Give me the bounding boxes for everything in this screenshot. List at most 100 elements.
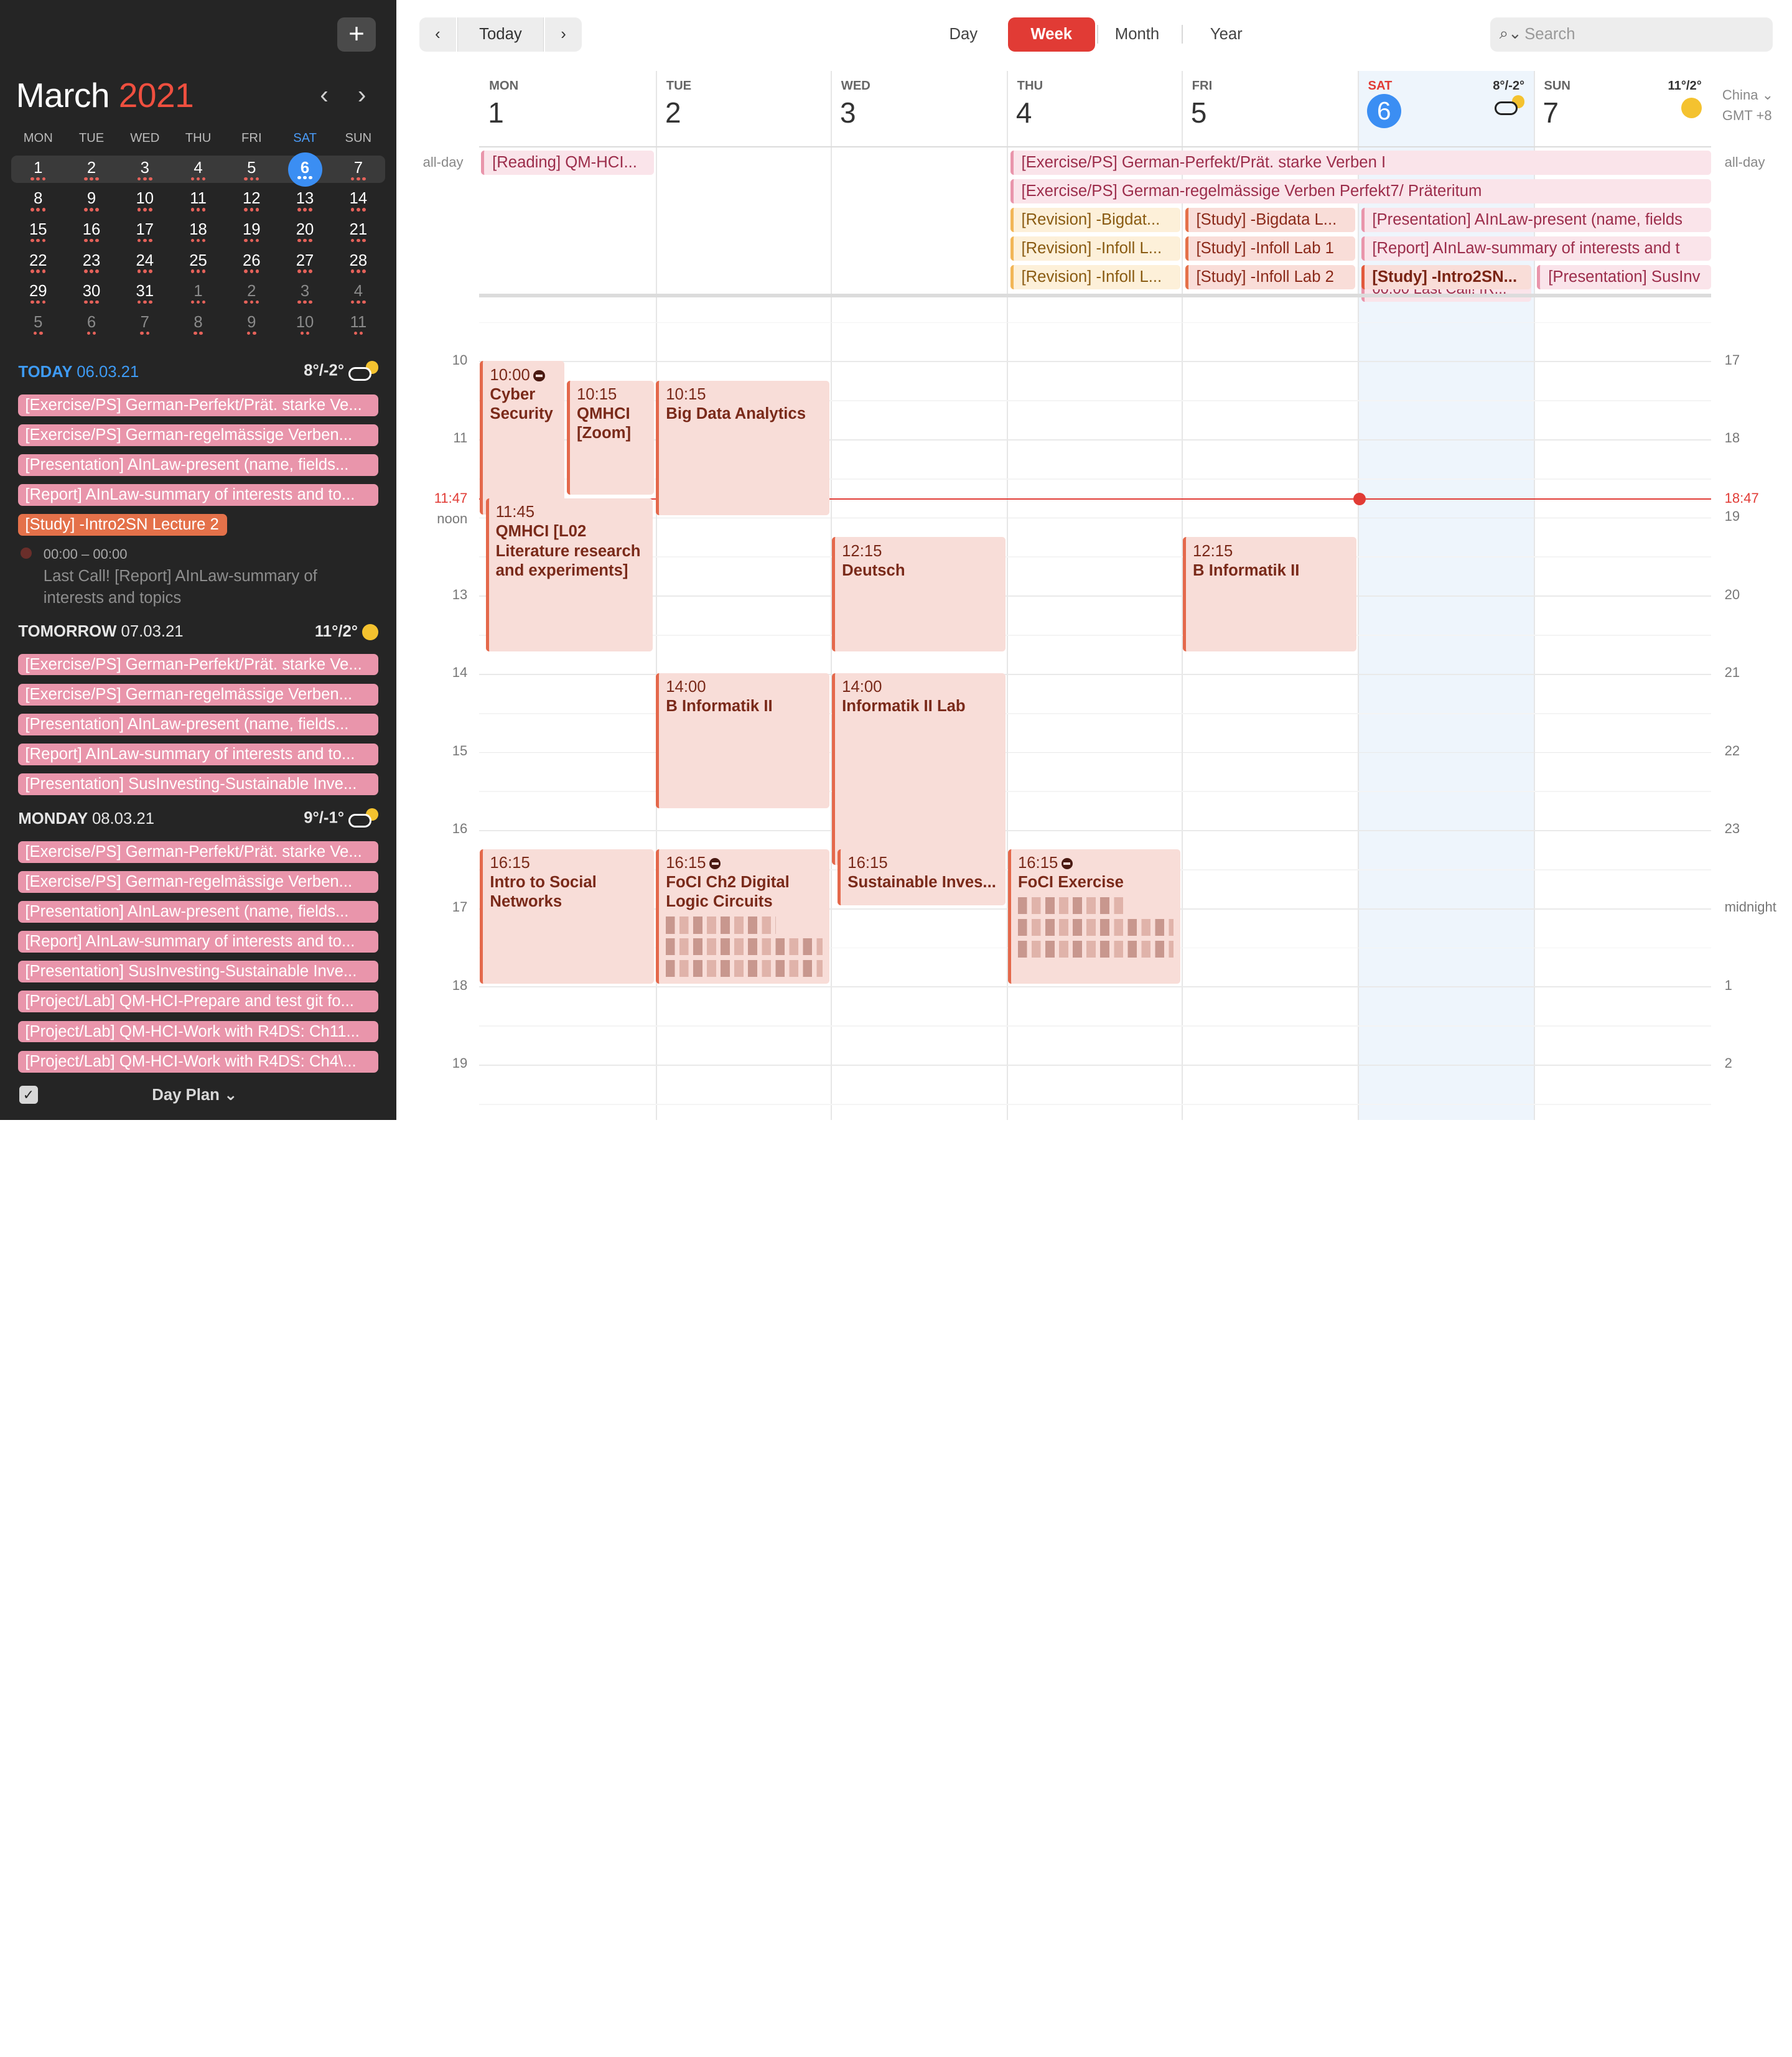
mini-day[interactable]: 7 [118, 310, 172, 341]
mini-day[interactable]: 22 [11, 248, 65, 279]
allday-event[interactable]: [Reading] QM-HCI... [481, 151, 654, 175]
sidebar-event-pill[interactable]: [Exercise/PS] German-Perfekt/Prät. stark… [18, 394, 378, 416]
calendar-event[interactable]: 10:15 QMHCI [Zoom] [566, 380, 654, 495]
mini-day[interactable]: 21 [332, 217, 385, 248]
mini-day[interactable]: 30 [65, 279, 118, 310]
mini-day[interactable]: 5 [225, 156, 278, 183]
sidebar-event-pill[interactable]: [Exercise/PS] German-Perfekt/Prät. stark… [18, 653, 378, 676]
day-header[interactable]: SAT 6 8°/-2° [1358, 71, 1534, 146]
checkbox-icon[interactable]: ✓ [19, 1085, 38, 1104]
sidebar-event-pill[interactable]: [Exercise/PS] German-regelmässige Verben… [18, 424, 378, 446]
mini-next-month-button[interactable]: › [358, 82, 366, 107]
allday-event[interactable]: [Presentation] AInLaw-present (name, fie… [1361, 208, 1711, 232]
mini-day[interactable]: 2 [225, 279, 278, 310]
mini-day[interactable]: 9 [225, 310, 278, 341]
mini-day[interactable]: 8 [172, 310, 225, 341]
mini-day[interactable]: 4 [172, 156, 225, 183]
mini-day[interactable]: 5 [11, 310, 65, 341]
sidebar-event-pill[interactable]: [Report] AInLaw-summary of interests and… [18, 931, 378, 953]
mini-day[interactable]: 10 [278, 310, 332, 341]
search-input[interactable] [1524, 22, 1753, 46]
allday-event[interactable]: [Study] -Intro2SN... [1361, 265, 1532, 289]
sidebar-event-pill[interactable]: [Presentation] SusInvesting-Sustainable … [18, 961, 378, 983]
mini-day[interactable]: 4 [332, 279, 385, 310]
mini-day[interactable]: 25 [172, 248, 225, 279]
mini-day[interactable]: 7 [332, 156, 385, 183]
timezone-label[interactable]: China ⌄ [1722, 87, 1773, 103]
sidebar-event-pill[interactable]: [Presentation] AInLaw-present (name, fie… [18, 713, 378, 735]
mini-day[interactable]: 20 [278, 217, 332, 248]
calendar-event[interactable]: 10:15 Big Data Analytics [656, 380, 830, 516]
mini-day[interactable]: 3 [278, 279, 332, 310]
mini-day[interactable]: 11 [172, 186, 225, 217]
view-year-tab[interactable]: Year [1188, 17, 1264, 52]
mini-day[interactable]: 31 [118, 279, 172, 310]
allday-event[interactable]: [Presentation] SusInv [1537, 265, 1711, 289]
sidebar-event-pill[interactable]: [Presentation] AInLaw-present (name, fie… [18, 901, 378, 923]
mini-day[interactable]: 6 [65, 310, 118, 341]
sidebar-event-pill[interactable]: [Project/Lab] QM-HCI-Work with R4DS: Ch4… [18, 1050, 378, 1073]
allday-event[interactable]: [Study] -Infoll Lab 2 [1185, 265, 1356, 289]
mini-day[interactable]: 26 [225, 248, 278, 279]
allday-event[interactable]: [Revision] -Infoll L... [1010, 236, 1181, 261]
mini-day[interactable]: 27 [278, 248, 332, 279]
mini-day[interactable]: 24 [118, 248, 172, 279]
previous-week-button[interactable]: ‹ [419, 17, 456, 52]
calendar-event[interactable]: 10:00 Cyber Security [480, 361, 565, 515]
view-week-tab[interactable]: Week [1007, 17, 1095, 52]
sidebar-event-pill[interactable]: [Presentation] SusInvesting-Sustainable … [18, 773, 378, 795]
day-header[interactable]: TUE 2 [656, 71, 831, 146]
mini-day[interactable]: 11 [332, 310, 385, 341]
day-header[interactable]: MON 1 [479, 71, 656, 146]
calendar-event[interactable]: 16:15 FoCI Exercise [1007, 849, 1181, 984]
mini-day[interactable]: 15 [11, 217, 65, 248]
mini-prev-month-button[interactable]: ‹ [320, 82, 328, 107]
allday-event[interactable]: [Exercise/PS] German-Perfekt/Prät. stark… [1010, 151, 1711, 175]
today-button[interactable]: Today [457, 17, 544, 52]
sidebar-event-pill[interactable]: [Project/Lab] QM-HCI-Work with R4DS: Ch1… [18, 1020, 378, 1043]
sidebar-event-pill[interactable]: [Study] -Intro2SN Lecture 2 [18, 514, 227, 536]
add-event-button[interactable]: + [337, 17, 376, 52]
calendar-event[interactable]: 14:00 Informatik II Lab [832, 673, 1006, 865]
sidebar-event-pill[interactable]: [Exercise/PS] German-regelmässige Verben… [18, 683, 378, 706]
mini-day[interactable]: 3 [118, 156, 172, 183]
next-week-button[interactable]: › [545, 17, 582, 52]
calendar-event[interactable]: 16:15 Sustainable Inves... [838, 849, 1006, 905]
mini-day[interactable]: 1 [11, 156, 65, 183]
mini-day[interactable]: 17 [118, 217, 172, 248]
sidebar-event-pill[interactable]: [Exercise/PS] German-Perfekt/Prät. stark… [18, 841, 378, 863]
sidebar-event-pill[interactable]: [Project/Lab] QM-HCI-Prepare and test gi… [18, 991, 378, 1013]
allday-event[interactable]: [Study] -Infoll Lab 1 [1185, 236, 1356, 261]
mini-day[interactable]: 14 [332, 186, 385, 217]
mini-day[interactable]: 12 [225, 186, 278, 217]
day-header[interactable]: THU 4 [1007, 71, 1182, 146]
calendar-event[interactable]: 11:45 QMHCI [L02 Literature research and … [485, 498, 653, 651]
allday-event[interactable]: [Revision] -Bigdat... [1010, 208, 1181, 232]
mini-day[interactable]: 9 [65, 186, 118, 217]
mini-day[interactable]: 1 [172, 279, 225, 310]
day-header[interactable]: FRI 5 [1182, 71, 1358, 146]
calendar-event[interactable]: 16:15 FoCI Ch2 Digital Logic Circuits [656, 849, 830, 984]
mini-day[interactable]: 2 [65, 156, 118, 183]
sidebar-event-pill[interactable]: [Report] AInLaw-summary of interests and… [18, 484, 378, 506]
view-month-tab[interactable]: Month [1099, 17, 1175, 52]
mini-day[interactable]: 23 [65, 248, 118, 279]
search-box[interactable]: ⌕⌄ [1490, 17, 1773, 52]
allday-event[interactable]: [Revision] -Infoll L... [1010, 265, 1181, 289]
mini-day[interactable]: 8 [11, 186, 65, 217]
calendar-event[interactable]: 14:00 B Informatik II [656, 673, 830, 808]
allday-event[interactable]: [Report] AInLaw-summary of interests and… [1361, 236, 1711, 261]
allday-event[interactable]: [Study] -Bigdata L... [1185, 208, 1356, 232]
sidebar-event-pill[interactable]: [Presentation] AInLaw-present (name, fie… [18, 454, 378, 476]
calendar-event[interactable]: 16:15 Intro to Social Networks [480, 849, 654, 984]
allday-event[interactable]: [Exercise/PS] German-regelmässige Verben… [1010, 179, 1711, 203]
sidebar-event-pill[interactable]: [Report] AInLaw-summary of interests and… [18, 743, 378, 765]
mini-day[interactable]: 16 [65, 217, 118, 248]
day-header[interactable]: WED 3 [831, 71, 1007, 146]
day-header[interactable]: SUN 7 11°/2° [1534, 71, 1711, 146]
mini-day[interactable]: 18 [172, 217, 225, 248]
day-plan-dropdown[interactable]: Day Plan ⌄ [152, 1086, 237, 1104]
mini-day[interactable]: 28 [332, 248, 385, 279]
view-day-tab[interactable]: Day [931, 17, 996, 52]
calendar-event[interactable]: 12:15 B Informatik II [1182, 537, 1357, 651]
